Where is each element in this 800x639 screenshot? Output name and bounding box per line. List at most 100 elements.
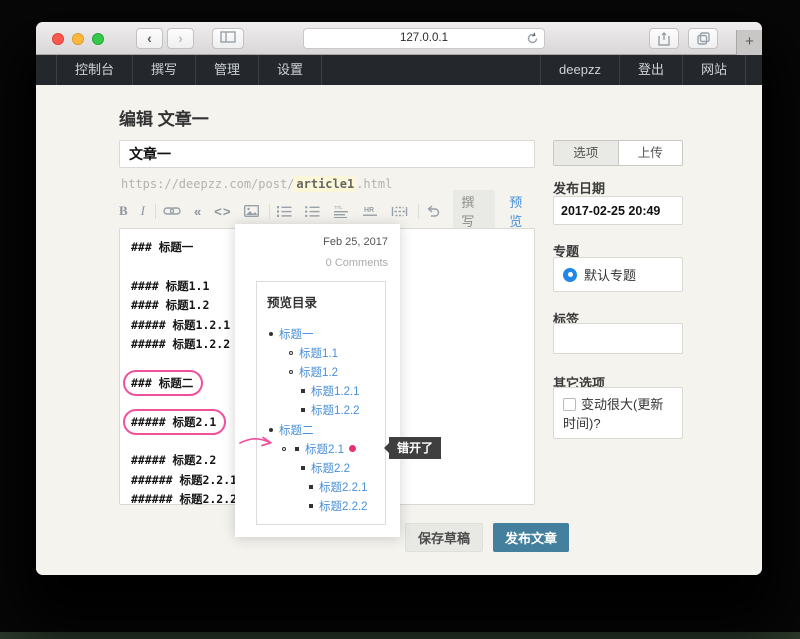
toc-link[interactable]: 标题2.2.1 [319,479,368,495]
toc-item: 标题2.2.1 [267,478,379,497]
blockquote-button[interactable]: « [194,204,201,219]
toolbar-divider [269,204,270,219]
minimize-window-button[interactable] [72,33,84,45]
square-bullet-icon [301,466,305,470]
unordered-list-icon [305,205,320,218]
disc-bullet-icon [269,428,273,432]
publish-date-input[interactable] [553,196,683,225]
url-prefix: https://deepzz.com/post/ [121,177,294,191]
address-bar[interactable]: 127.0.0.1 [303,28,545,49]
heading-icon: TITL [333,205,349,218]
flag-dot [349,445,356,452]
browser-window: ‹ › 127.0.0.1 + 控制台 撰写 管理 设置 deepzz [36,22,762,575]
nav-item-logout[interactable]: 登出 [619,55,682,85]
unordered-list-button[interactable] [305,205,320,218]
square-bullet-icon [309,504,313,508]
undo-icon [426,205,440,217]
forward-button[interactable]: › [167,28,194,49]
sidebar-icon [220,31,236,43]
sidebar-toggle-button[interactable] [212,28,244,49]
desktop-background [0,632,800,639]
annotation-arrow-icon [239,434,279,450]
back-button[interactable]: ‹ [136,28,163,49]
editor-toolbar: B I « <> TITL HR [119,198,535,224]
topic-radio-selected[interactable] [563,268,577,282]
reload-icon[interactable] [526,32,539,45]
topic-option-label[interactable]: 默认专题 [584,265,636,284]
toc-item: 标题1.2 [267,362,379,381]
tab-options[interactable]: 选项 [554,141,619,165]
page-title: 编辑 文章一 [119,105,209,130]
nav-item-username[interactable]: deepzz [540,55,619,85]
ordered-list-icon [277,205,292,218]
tab-upload[interactable]: 上传 [619,141,683,165]
other-options-box: 变动很大(更新时间)? [553,387,683,439]
page-break-button[interactable] [391,205,408,218]
major-change-label[interactable]: 变动很大(更新时间)? [563,397,663,431]
major-change-checkbox[interactable] [563,398,576,411]
annotation-oval: ##### 标题2.1 [131,413,216,432]
page-break-icon [391,205,408,218]
square-bullet-icon [309,485,313,489]
tab-write-mode[interactable]: 撰写 [453,190,495,232]
editor-line-text: ### 标题二 [131,376,193,390]
horizontal-rule-button[interactable]: HR [362,205,378,218]
bold-button[interactable]: B [119,203,128,219]
disc-bullet-icon [269,332,273,336]
toc-link[interactable]: 标题2.1 [305,441,344,457]
toc-item: 标题二 [267,420,379,439]
save-draft-button[interactable]: 保存草稿 [405,523,483,552]
preview-comments-count: 0 Comments [326,257,388,269]
annotation-oval: ### 标题二 [131,374,193,393]
toc-link[interactable]: 标题二 [279,422,314,438]
nav-item-console[interactable]: 控制台 [56,55,132,85]
tab-overview-button[interactable] [688,28,718,49]
undo-button[interactable] [426,205,440,217]
traffic-lights [52,33,104,45]
publish-button[interactable]: 发布文章 [493,523,569,552]
image-button[interactable] [244,205,259,217]
preview-toc: 预览目录 标题一 标题1.1 标题1.2 标题1.2.1 标题1.2.2 标题二… [256,281,386,525]
link-button[interactable] [163,205,181,217]
editor-line-text: ##### 标题2.1 [131,415,216,429]
toc-link[interactable]: 标题1.1 [299,345,338,361]
preview-popup: Feb 25, 2017 0 Comments 预览目录 标题一 标题1.1 标… [235,224,400,537]
nav-item-manage[interactable]: 管理 [195,55,258,85]
svg-text:TITL: TITL [334,205,343,210]
url-slug: article1 [294,176,356,192]
italic-button[interactable]: I [141,203,145,219]
share-icon [658,32,670,46]
toc-item: 标题2.2.2 [267,497,379,516]
browser-chrome: ‹ › 127.0.0.1 + [36,22,762,55]
zoom-window-button[interactable] [92,33,104,45]
nav-item-website[interactable]: 网站 [682,55,746,85]
code-button[interactable]: <> [214,204,231,219]
heading-button[interactable]: TITL [333,205,349,218]
circle-bullet-icon [289,370,293,374]
toc-item-flagged: 标题2.1 错开了 [267,439,379,458]
toc-item: 标题2.2 [267,458,379,477]
close-window-button[interactable] [52,33,64,45]
toc-item: 标题一 [267,324,379,343]
ordered-list-button[interactable] [277,205,292,218]
circle-bullet-icon [289,351,293,355]
toc-item: 标题1.1 [267,343,379,362]
tags-input[interactable] [553,323,683,354]
toc-link[interactable]: 标题2.2 [311,460,350,476]
toc-link[interactable]: 标题1.2.2 [311,402,360,418]
share-button[interactable] [649,28,679,49]
toc-link[interactable]: 标题1.2 [299,364,338,380]
nav-item-write[interactable]: 撰写 [132,55,195,85]
image-icon [244,205,259,217]
toc-link[interactable]: 标题1.2.1 [311,383,360,399]
new-tab-button[interactable]: + [736,30,762,55]
toc-link[interactable]: 标题一 [279,326,314,342]
nav-item-settings[interactable]: 设置 [258,55,322,85]
toc-link[interactable]: 标题2.2.2 [319,498,368,514]
url-text: 127.0.0.1 [400,32,448,44]
svg-text:HR: HR [364,207,374,214]
horizontal-rule-icon: HR [362,205,378,218]
square-bullet-icon [301,408,305,412]
tab-preview-mode[interactable]: 预览 [509,192,535,230]
post-title-input[interactable] [119,140,535,168]
